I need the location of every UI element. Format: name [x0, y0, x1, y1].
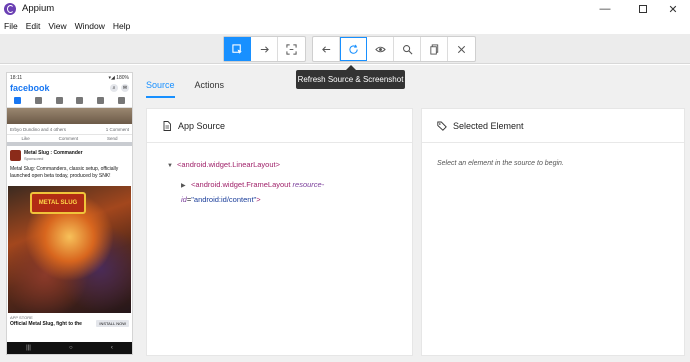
swipe-button[interactable] [251, 37, 278, 61]
file-icon [163, 120, 171, 131]
maximize-button[interactable] [626, 0, 660, 18]
refresh-source-button[interactable] [340, 37, 367, 61]
tap-by-coordinates-button[interactable] [278, 37, 305, 61]
quit-session-button[interactable] [448, 37, 475, 61]
app-source-panel: App Source ▼ <android.widget.LinearLayout… [146, 108, 413, 356]
maximize-icon [639, 5, 647, 13]
phone-game-logo: METAL SLUG [30, 192, 86, 214]
phone-game-ad-image: METAL SLUG [8, 186, 131, 313]
caret-down-icon[interactable]: ▼ [167, 160, 177, 173]
device-screenshot[interactable]: 18:11 ▾◢ 180% facebook ⌕ ✉ Erbyo Dundino… [6, 72, 133, 355]
phone-fb-header: facebook ⌕ ✉ [7, 82, 132, 94]
tree-node-framelayout-close: > [256, 195, 261, 204]
select-elements-button[interactable] [224, 37, 251, 61]
tree-node-linearlayout-label: <android.widget.LinearLayout> [177, 160, 280, 169]
phone-post-header: Metal Slug : Commander Sponsored [7, 146, 132, 164]
phone-nav-bar: ||| ○ ‹ [7, 342, 132, 354]
phone-post-actions: Like Comment Send [7, 134, 132, 146]
caret-right-icon[interactable]: ▶ [181, 180, 191, 193]
phone-friends-icon [34, 97, 42, 104]
phone-previous-post-image [7, 108, 132, 124]
tag-icon [437, 121, 447, 131]
crop-frame-icon [286, 43, 297, 55]
phone-store-title: Official Metal Slug, fight to the [10, 320, 82, 327]
inspector-main: 18:11 ▾◢ 180% facebook ⌕ ✉ Erbyo Dundino… [0, 65, 690, 362]
phone-watch-icon [55, 97, 63, 104]
tree-node-framelayout-cont: id="android:id/content"> [167, 193, 412, 206]
copy-icon [429, 43, 438, 55]
appium-logo-icon [4, 3, 16, 15]
phone-reactions-text: Erbyo Dundino and 4 others [10, 126, 67, 132]
phone-back-icon: ‹ [110, 345, 113, 351]
selected-element-empty-message: Select an element in the source to begin… [437, 160, 564, 167]
phone-reactions-row: Erbyo Dundino and 4 others 1 Comment [7, 124, 132, 134]
app-source-header: App Source [147, 109, 412, 143]
menu-edit[interactable]: Edit [26, 21, 41, 31]
phone-comment-label: Comment [58, 136, 79, 141]
menu-bar: File Edit View Window Help [0, 18, 690, 34]
selected-element-title: Selected Element [453, 120, 524, 131]
search-button[interactable] [394, 37, 421, 61]
back-button[interactable] [313, 37, 340, 61]
search-icon [402, 44, 412, 54]
phone-post-name: Metal Slug : Commander [24, 149, 83, 156]
phone-notifications-icon [97, 97, 105, 104]
copy-xml-button[interactable] [421, 37, 448, 61]
mode-button-group [223, 36, 306, 62]
phone-recents-icon: ||| [26, 345, 31, 351]
tree-node-linearlayout[interactable]: ▼ <android.widget.LinearLayout> [167, 158, 412, 173]
menu-view[interactable]: View [48, 21, 66, 31]
phone-comments-count: 1 Comment [105, 126, 129, 132]
tree-node-framelayout-tag: <android.widget.FrameLayout [191, 180, 291, 189]
arrow-right-icon [260, 45, 269, 53]
phone-fb-nav [7, 94, 132, 108]
phone-send-label: Send [107, 136, 118, 141]
title-bar: Appium — ✕ [0, 0, 690, 18]
phone-home-icon [13, 97, 21, 104]
tree-node-framelayout[interactable]: ▶ <android.widget.FrameLayout resource- [167, 178, 412, 193]
selected-element-panel: Selected Element Select an element in th… [421, 108, 685, 356]
phone-messenger-icon: ✉ [121, 84, 129, 92]
phone-status-right: ▾◢ 180% [108, 75, 129, 81]
tab-source[interactable]: Source [146, 76, 175, 98]
source-tree: ▼ <android.widget.LinearLayout> ▶ <android… [147, 143, 412, 206]
phone-groups-icon [76, 97, 84, 104]
refresh-tooltip: Refresh Source & Screenshot [296, 65, 405, 89]
menu-help[interactable]: Help [113, 21, 130, 31]
close-window-button[interactable]: ✕ [656, 0, 690, 18]
refresh-icon [349, 44, 358, 54]
select-cursor-icon [232, 43, 243, 54]
minimize-button[interactable]: — [588, 0, 622, 18]
phone-store-row: Official Metal Slug, fight to the INSTAL… [7, 320, 132, 327]
app-source-title: App Source [178, 120, 226, 131]
toolbar [0, 34, 690, 64]
tree-node-framelayout-attr-val: "android:id/content" [191, 195, 257, 204]
actions-button-group [312, 36, 476, 62]
phone-status-bar: 18:11 ▾◢ 180% [7, 73, 132, 82]
close-icon [457, 45, 466, 53]
selected-element-header: Selected Element [422, 109, 684, 143]
inspector-tabs: Source Actions [146, 76, 224, 98]
window-title: Appium [22, 3, 55, 14]
phone-search-icon: ⌕ [110, 84, 118, 92]
phone-post-sponsored: Sponsored [24, 155, 44, 161]
phone-menu-icon [118, 97, 126, 104]
tree-node-framelayout-attr-name: resource- [292, 180, 325, 189]
toggle-visibility-button[interactable] [367, 37, 394, 61]
phone-post-avatar [10, 149, 21, 161]
tab-actions[interactable]: Actions [195, 76, 225, 98]
phone-home-button-icon: ○ [69, 345, 73, 351]
phone-store-label: APP STORE [10, 315, 33, 320]
phone-status-time: 18:11 [10, 75, 23, 81]
phone-fb-logo: facebook [10, 83, 50, 93]
menu-window[interactable]: Window [75, 21, 105, 31]
menu-file[interactable]: File [4, 21, 18, 31]
phone-like-label: Like [21, 136, 30, 141]
phone-install-button: INSTALL NOW [96, 320, 129, 327]
eye-icon [374, 46, 386, 52]
phone-post-text: Metal Slug: Commanders, classic setup, o… [10, 166, 119, 179]
arrow-left-icon [321, 45, 330, 53]
